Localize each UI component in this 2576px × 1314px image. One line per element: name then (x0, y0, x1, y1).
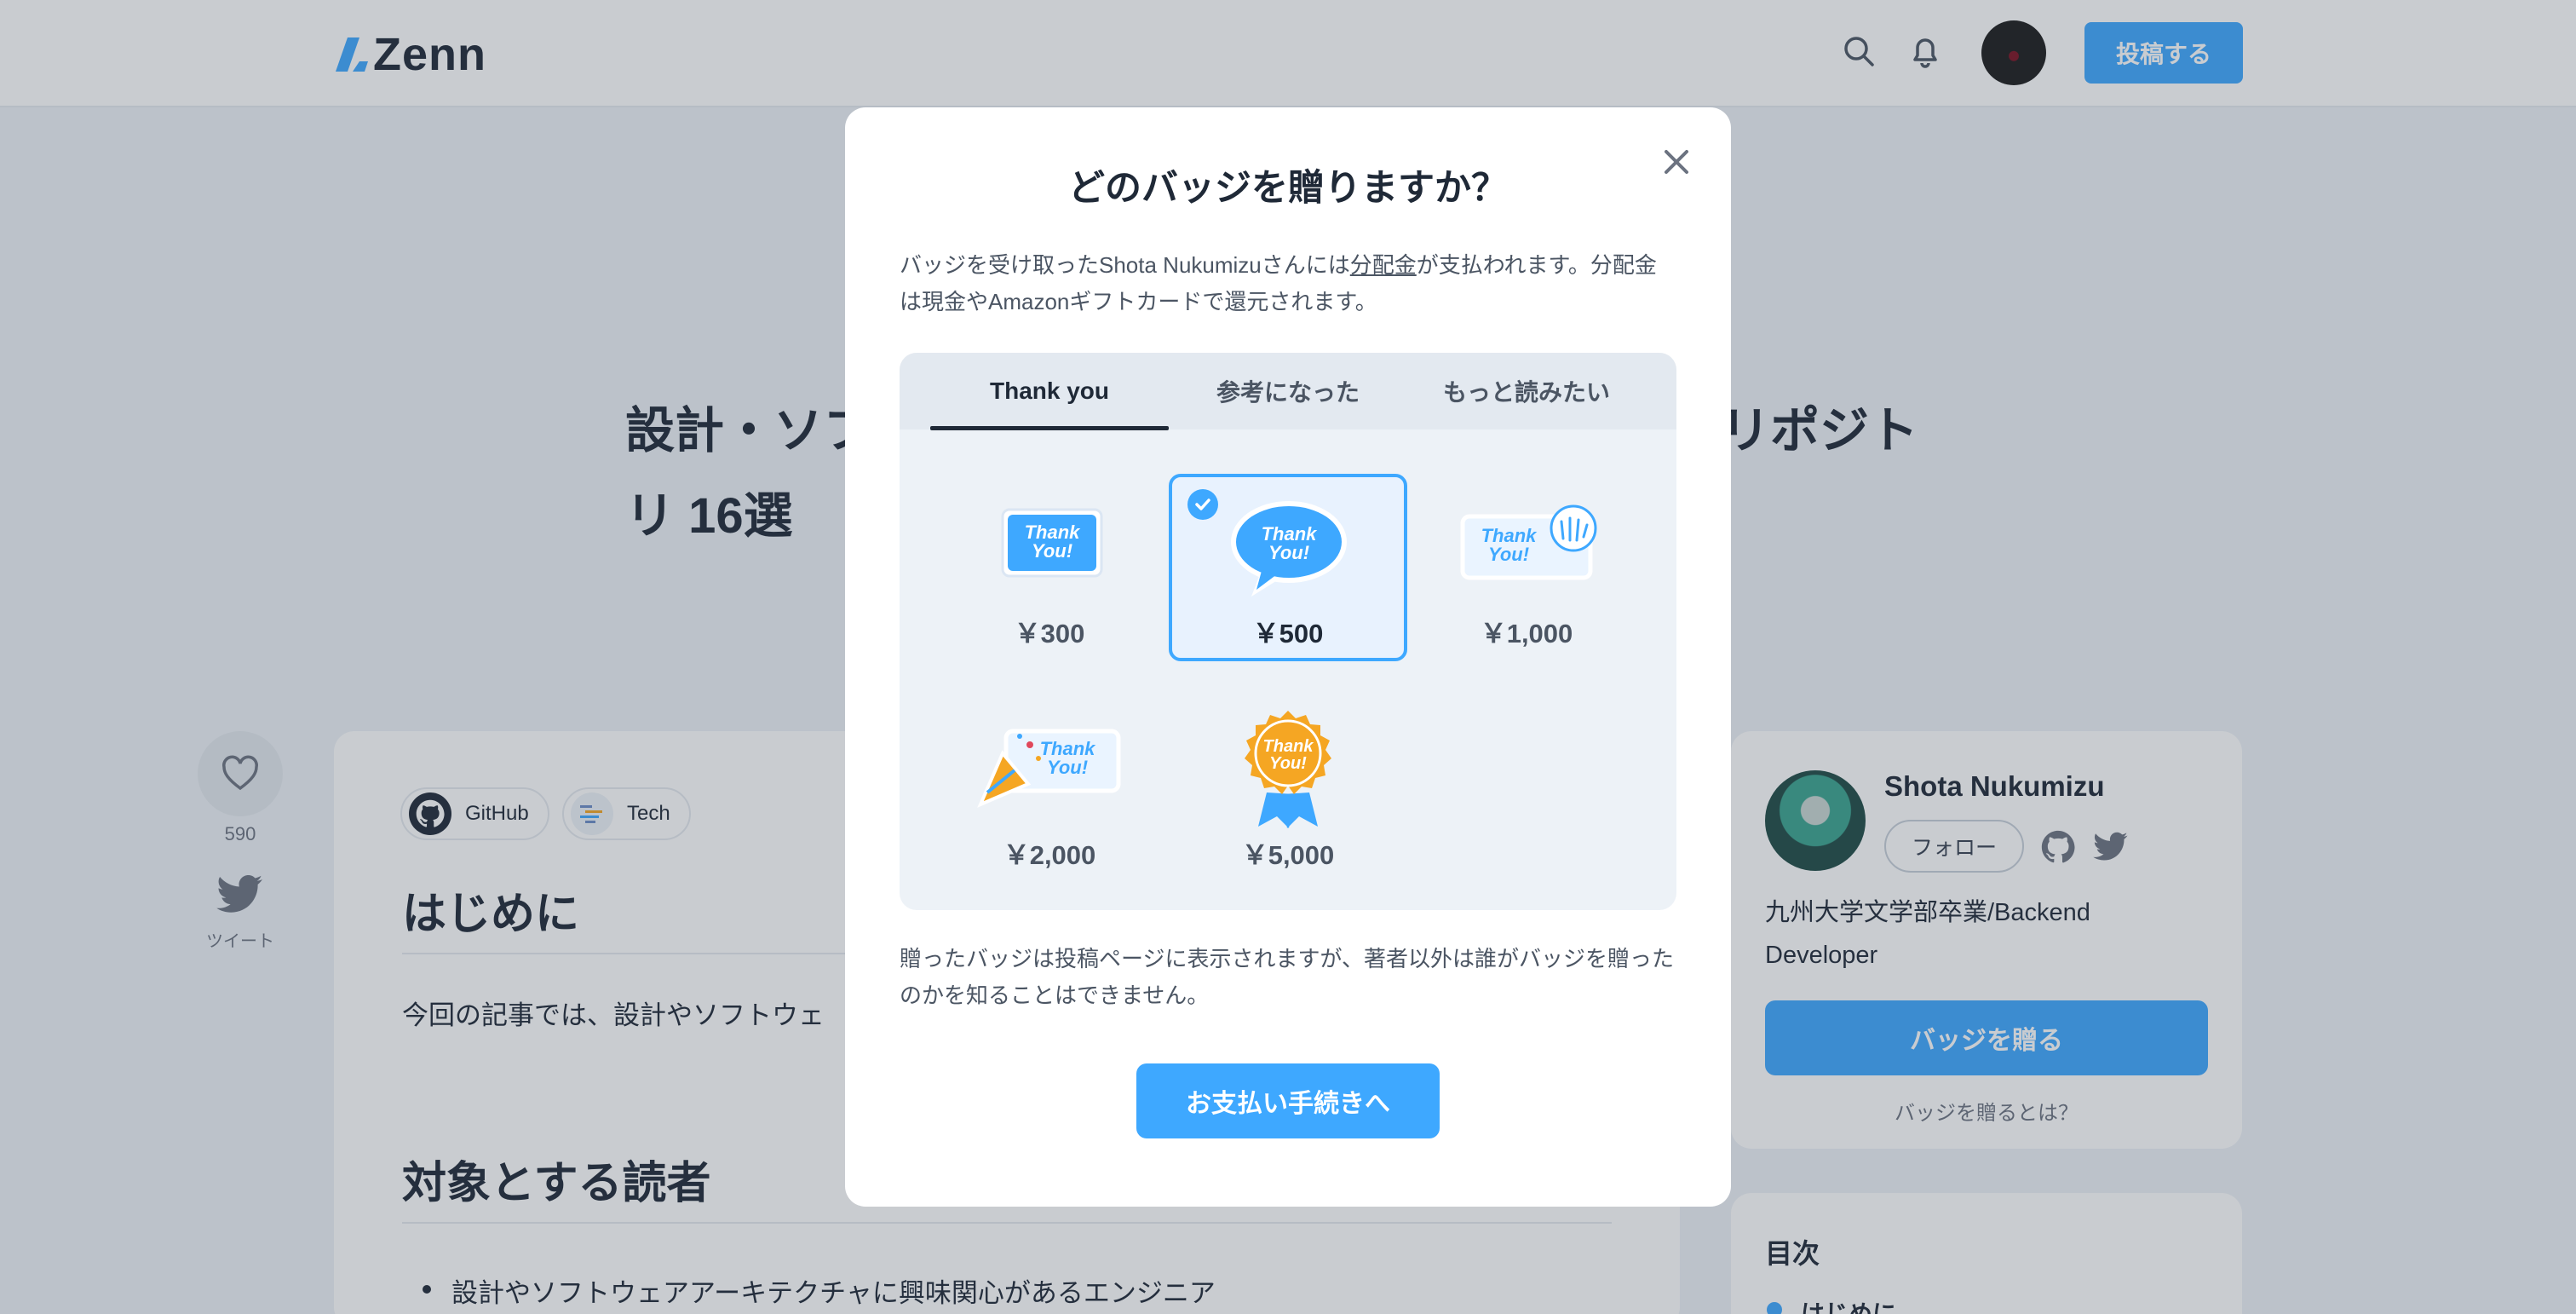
tab-want-more[interactable]: もっと読みたい (1407, 353, 1646, 429)
badge-option-5000[interactable]: Thank You! ￥5,000 (1169, 695, 1407, 883)
proceed-payment-button[interactable]: お支払い手続きへ (1136, 1063, 1440, 1138)
tab-thank-you[interactable]: Thank you (930, 353, 1169, 429)
payout-link[interactable]: 分配金 (1350, 252, 1417, 278)
tab-helpful[interactable]: 参考になった (1169, 353, 1407, 429)
badge-option-500[interactable]: Thank You! ￥500 (1169, 474, 1407, 661)
thank-you-clap-badge-icon: Thank You! (1446, 489, 1607, 608)
thank-you-party-badge-icon: Thank You! (969, 711, 1130, 830)
modal-description: バッジを受け取ったShota Nukumizuさんには分配金が支払われます。分配… (900, 252, 1657, 314)
thank-you-badge-icon: Thank You! (969, 489, 1130, 608)
active-tab-indicator (930, 426, 1169, 430)
badge-price: ￥300 (1014, 619, 1085, 648)
thank-you-bubble-badge-icon: Thank You! (1207, 489, 1369, 608)
badge-option-300[interactable]: Thank You! ￥300 (930, 474, 1169, 661)
modal-note: 贈ったバッジは投稿ページに表示されますが、著者以外は誰がバッジを贈ったのかを知る… (900, 946, 1674, 1008)
badge-price: ￥500 (1252, 619, 1324, 648)
badge-text: Thank You! (1263, 737, 1314, 773)
badge-option-1000[interactable]: Thank You! ￥1,000 (1407, 474, 1646, 661)
badge-price: ￥1,000 (1480, 619, 1573, 648)
thank-you-medal-badge-icon: Thank You! (1207, 711, 1369, 830)
badge-option-2000[interactable]: Thank You! ￥2,000 (930, 695, 1169, 883)
check-icon (1187, 489, 1218, 520)
badge-price: ￥5,000 (1241, 840, 1335, 870)
modal-title: どのバッジを贈りますか？ (1068, 168, 1508, 209)
badge-price: ￥2,000 (1003, 840, 1096, 870)
